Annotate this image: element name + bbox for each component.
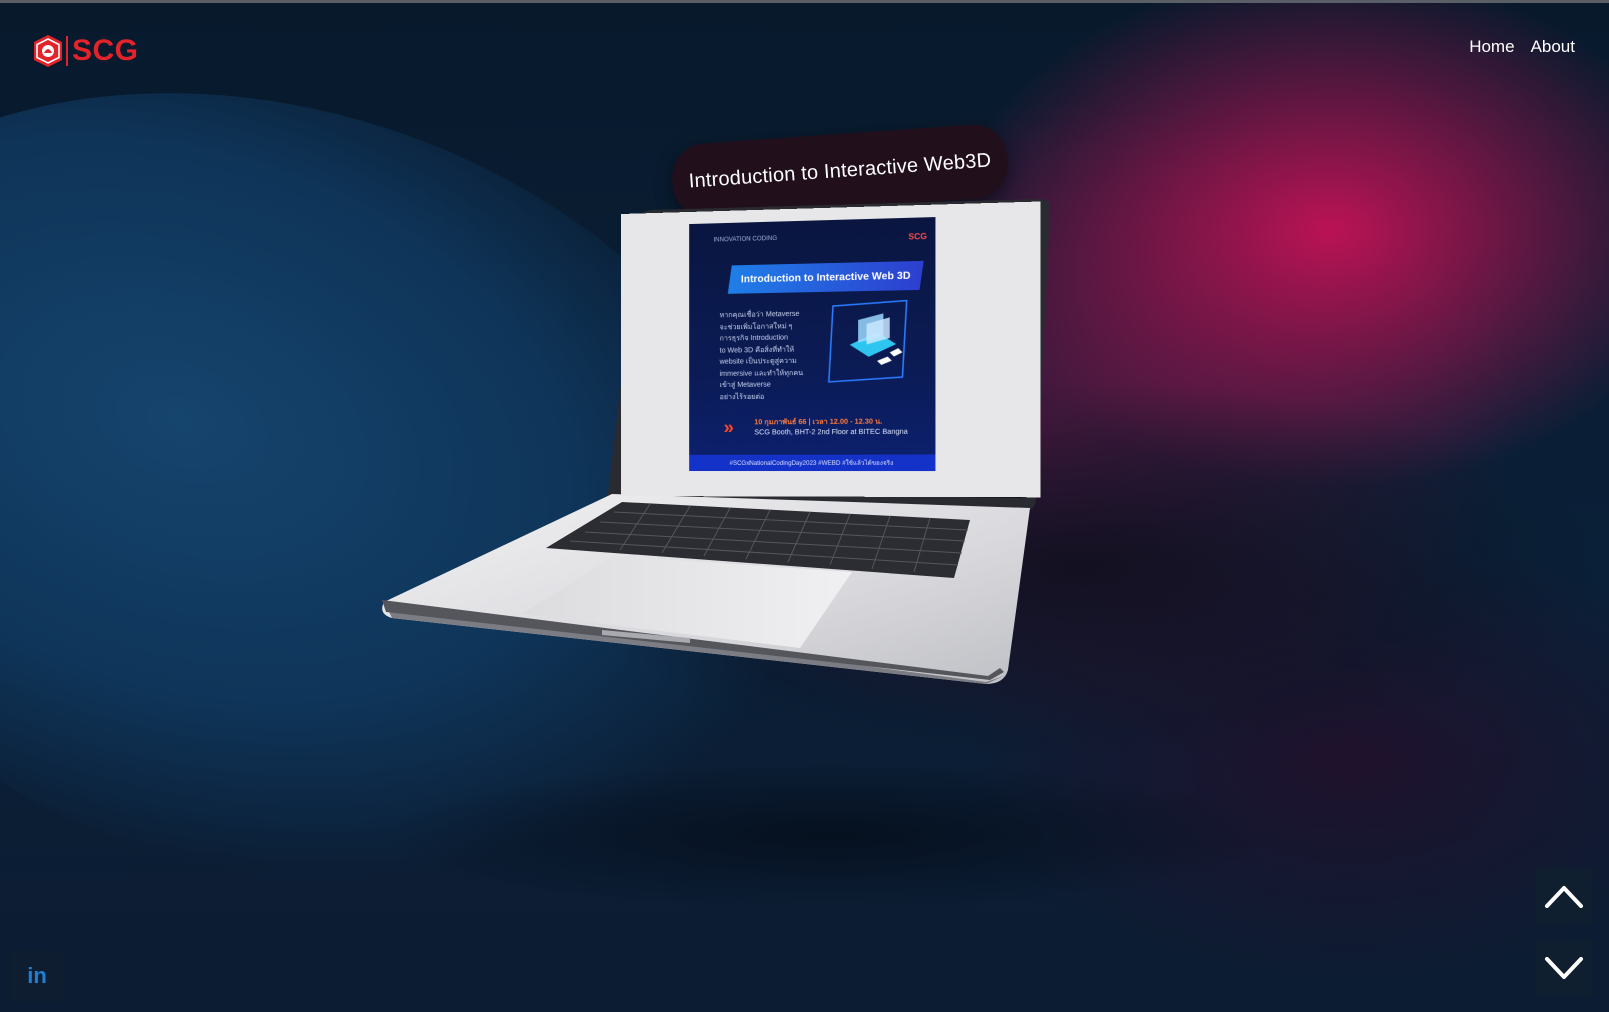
poster-body: หากคุณเชื่อว่า Metaverse จะช่วยเพิ่มโอกา… bbox=[720, 308, 823, 403]
page-background: SCG Home About Introduction to Interacti… bbox=[0, 0, 1609, 1012]
poster-body-line: immersive และทำให้ทุกคน bbox=[719, 369, 804, 378]
poster-location: SCG Booth, BHT-2 2nd Floor at BITEC Bang… bbox=[754, 428, 908, 437]
poster-title: Introduction to Interactive Web 3D bbox=[740, 269, 911, 285]
linkedin-button[interactable]: in bbox=[10, 950, 64, 1002]
laptop-model[interactable] bbox=[0, 0, 1609, 1012]
chevron-up-icon bbox=[1545, 886, 1583, 908]
poster-body-line: เข้าสู่ Metaverse bbox=[719, 381, 771, 390]
poster-date: 10 กุมภาพันธ์ 66 | เวลา 12.00 - 12.30 น. bbox=[754, 418, 883, 427]
linkedin-icon: in bbox=[27, 963, 47, 988]
poster-brand-left: INNOVATION CODING bbox=[713, 235, 778, 244]
poster-illustration-icon bbox=[823, 298, 914, 388]
poster-title-banner: Introduction to Interactive Web 3D bbox=[727, 260, 924, 294]
laptop-screen: INNOVATION CODING SCG Introduction to In… bbox=[621, 201, 1041, 498]
poster-brand-right: SCG bbox=[908, 231, 927, 242]
scroll-up-button[interactable] bbox=[1536, 868, 1592, 924]
poster-arrow-icon: » bbox=[723, 417, 734, 438]
poster-body-line: อย่างไร้รอยต่อ bbox=[719, 393, 765, 401]
scroll-down-button[interactable] bbox=[1536, 940, 1592, 996]
poster-footer: #SCGxNationalCodingDay2023 #WEBD #ใช้แล้… bbox=[689, 454, 936, 472]
chevron-down-icon bbox=[1545, 957, 1583, 979]
event-poster[interactable]: INNOVATION CODING SCG Introduction to In… bbox=[689, 217, 936, 472]
